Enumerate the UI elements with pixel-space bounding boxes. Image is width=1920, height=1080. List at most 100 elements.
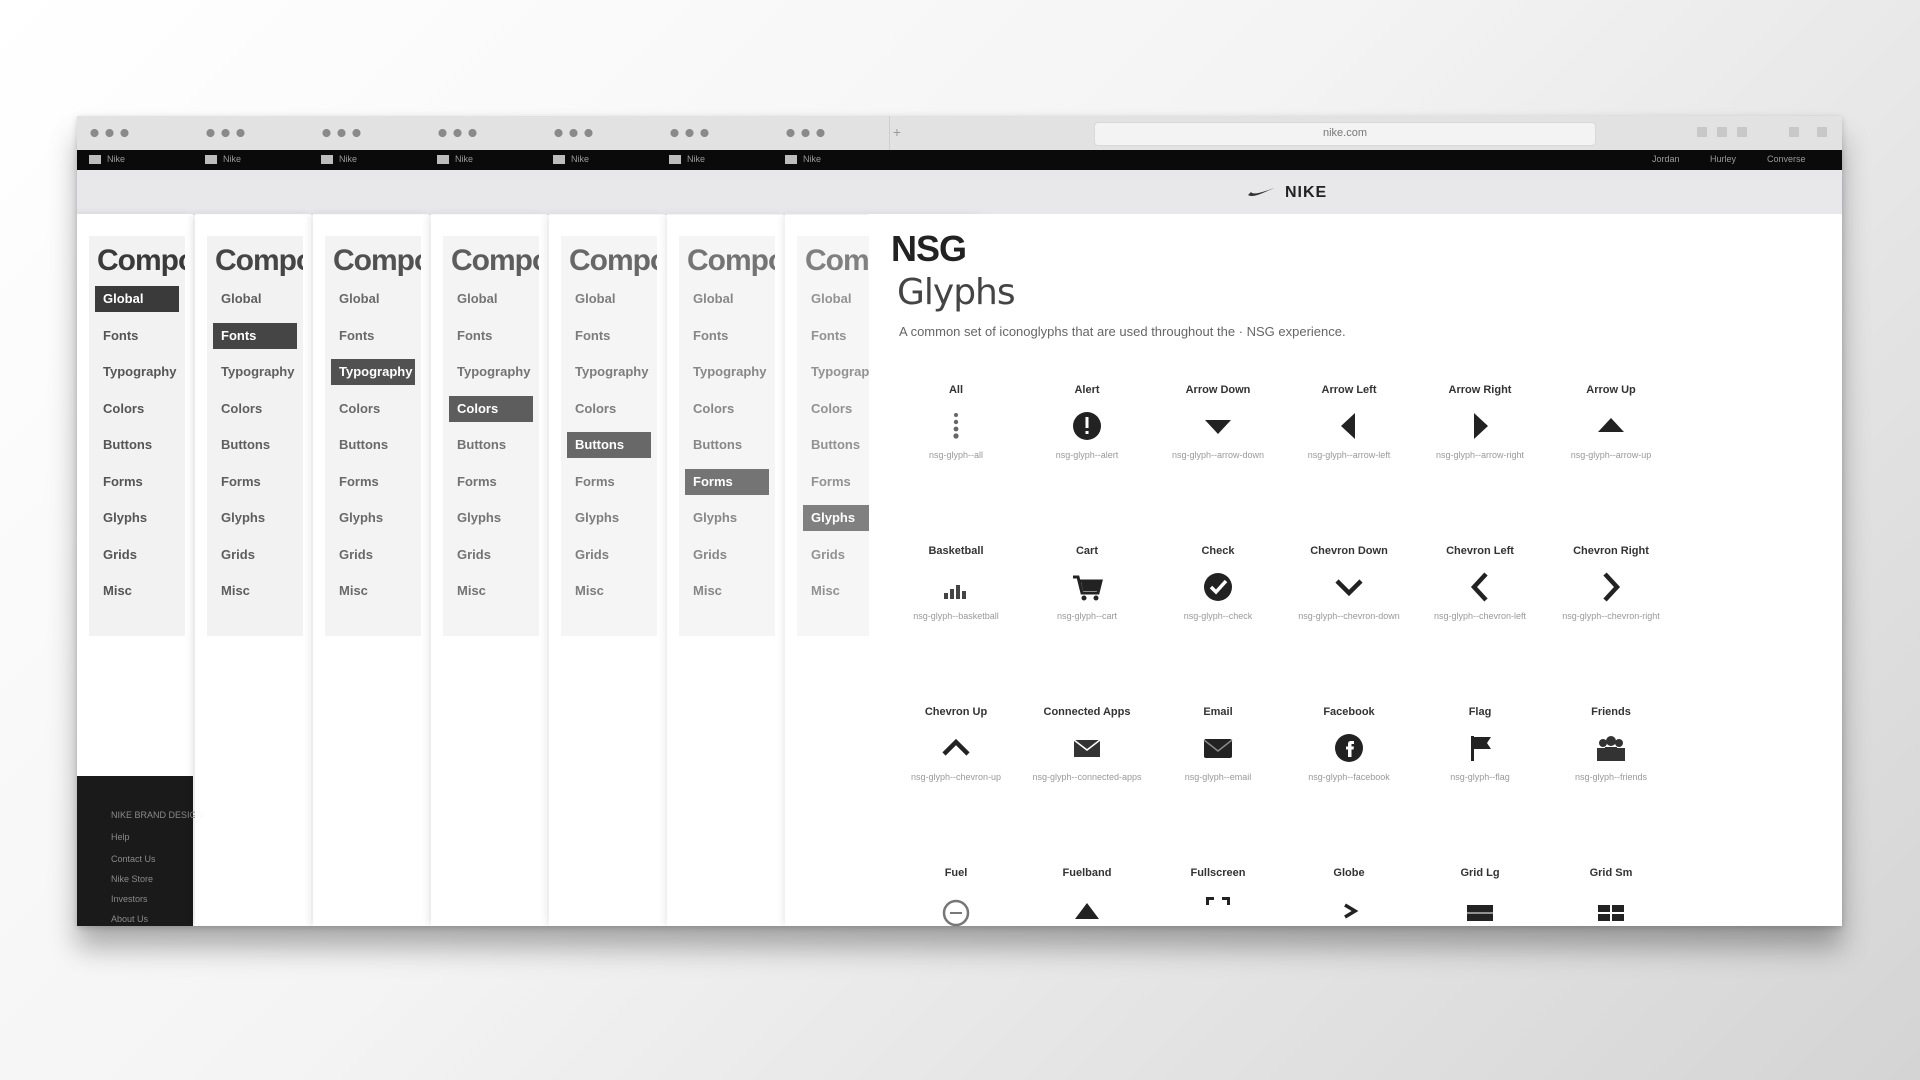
browser-tab[interactable] [193,116,310,150]
sidebar-item-forms[interactable]: Forms [95,469,179,495]
sidebar-item-misc[interactable]: Misc [685,578,769,604]
arrow-left-icon [1329,406,1369,446]
sidebar-item-misc[interactable]: Misc [567,578,651,604]
sidebar-item-buttons[interactable]: Buttons [95,432,179,458]
sidebar-item-global[interactable]: Global [331,286,415,312]
glyph-label: Check [1201,545,1235,557]
glyph-class-name: nsg-glyph--connected-apps [1032,772,1142,782]
tab-title [87,129,131,137]
sidebar-item-misc[interactable]: Misc [331,578,415,604]
brand-link-hurley[interactable]: Hurley [1710,154,1736,164]
brand-link-converse[interactable]: Converse [1767,154,1806,164]
sidebar-item-fonts[interactable]: Fonts [449,323,533,349]
browser-tab[interactable] [541,116,658,150]
brand-logo-icon [437,155,449,164]
sidebar-item-global[interactable]: Global [449,286,533,312]
sidebar-item-global[interactable]: Global [567,286,651,312]
sidebar-item-grids[interactable]: Grids [685,542,769,568]
sidebar-item-glyphs[interactable]: Glyphs [567,505,651,531]
sidebar-item-misc[interactable]: Misc [449,578,533,604]
window-control-icon[interactable] [1817,127,1827,137]
sidebar-item-grids[interactable]: Grids [567,542,651,568]
sidebar-item-typography[interactable]: Typography [449,359,533,385]
browser-tab[interactable] [309,116,426,150]
sidebar-item-typography[interactable]: Typography [331,359,415,385]
sidebar-item-glyphs[interactable]: Glyphs [685,505,769,531]
tab-title [667,129,711,137]
glyph-label: Fuelband [1062,867,1112,879]
sidebar-item-buttons[interactable]: Buttons [213,432,297,458]
glyph-label: Arrow Up [1586,384,1636,396]
sidebar-item-fonts[interactable]: Fonts [331,323,415,349]
sidebar-item-buttons[interactable]: Buttons [449,432,533,458]
brand-link-jordan[interactable]: Jordan [1652,154,1680,164]
browser-tab[interactable] [773,116,890,150]
sidebar-item-glyphs[interactable]: Glyphs [213,505,297,531]
sidebar-item-buttons[interactable]: Buttons [685,432,769,458]
sidebar-item-fonts[interactable]: Fonts [685,323,769,349]
sidebar-item-grids[interactable]: Grids [95,542,179,568]
tab-title [203,129,247,137]
footer-link[interactable]: Investors [111,894,148,904]
glyph-label: Globe [1333,867,1365,879]
new-tab-button[interactable]: + [889,124,905,140]
sidebar-item-buttons[interactable]: Buttons [331,432,415,458]
sidebar-item-glyphs[interactable]: Glyphs [449,505,533,531]
sidebar-item-typography[interactable]: Typography [213,359,297,385]
address-bar[interactable]: nike.com [1094,122,1596,146]
sidebar-item-colors[interactable]: Colors [567,396,651,422]
sidebar-item-forms[interactable]: Forms [331,469,415,495]
sidebar-item-colors[interactable]: Colors [331,396,415,422]
sidebar-item-global[interactable]: Global [213,286,297,312]
sidebar-item-fonts[interactable]: Fonts [567,323,651,349]
sidebar-item-forms[interactable]: Forms [567,469,651,495]
window-control-icon[interactable] [1737,127,1747,137]
tab-title [319,129,363,137]
sidebar-item-colors[interactable]: Colors [449,395,533,422]
browser-tab[interactable] [657,116,774,150]
glyph-item: Chevron Down nsg-glyph--chevron-down [1294,545,1404,655]
glyph-class-name: nsg-glyph--cart [1056,611,1118,621]
sidebar-item-typography[interactable]: Typography [685,359,769,385]
sidebar-item-forms[interactable]: Forms [685,468,769,495]
sidebar-item-forms[interactable]: Forms [449,469,533,495]
window-control-icon[interactable] [1697,127,1707,137]
window-control-icon[interactable] [1789,127,1799,137]
sidebar-item-global[interactable]: Global [95,286,179,312]
sidebar-item-colors[interactable]: Colors [213,396,297,422]
sidebar-item-fonts[interactable]: Fonts [213,322,297,349]
browser-tab[interactable] [425,116,542,150]
sidebar-item-buttons[interactable]: Buttons [567,432,651,458]
window-control-icon[interactable] [1717,127,1727,137]
sidebar-item-typography[interactable]: Typography [567,359,651,385]
glyph-label: All [948,384,964,396]
swoosh-icon [1248,188,1274,197]
glyph-item: Friends nsg-glyph--friends [1556,706,1666,816]
sidebar-item-typography[interactable]: Typography [95,359,179,385]
sidebar-item-grids[interactable]: Grids [213,542,297,568]
sidebar-item-fonts[interactable]: Fonts [95,323,179,349]
footer-link[interactable]: Nike Store [111,874,153,884]
footer-link[interactable]: About Us [111,914,148,924]
footer-link[interactable]: NIKE BRAND DESIGN [111,810,203,820]
sidebar-item-global[interactable]: Global [685,286,769,312]
sidebar-item-colors[interactable]: Colors [95,396,179,422]
glyph-item: Email nsg-glyph--email [1163,706,1273,816]
glyph-item: Fuelbandnsg-glyph--fuelband [1032,867,1142,926]
footer-link[interactable]: Contact Us [111,854,156,864]
sidebar-item-glyphs[interactable]: Glyphs [95,505,179,531]
sidebar-item-misc[interactable]: Misc [95,578,179,604]
sidebar-item-glyphs[interactable]: Glyphs [331,505,415,531]
sidebar-item-forms[interactable]: Forms [213,469,297,495]
glyph-label: Email [1203,706,1233,718]
footer-link[interactable]: Help [111,832,130,842]
sidebar-item-grids[interactable]: Grids [449,542,533,568]
sidebar-item-grids[interactable]: Grids [331,542,415,568]
sidebar-title: Compon [687,244,775,277]
sidebar-item-misc[interactable]: Misc [213,578,297,604]
glyph-item: Chevron Right nsg-glyph--chevron-right [1556,545,1666,655]
sidebar-title: Compon [97,244,185,277]
sidebar-item-colors[interactable]: Colors [685,396,769,422]
brand-logo-icon [205,155,217,164]
browser-tab[interactable] [77,116,194,150]
